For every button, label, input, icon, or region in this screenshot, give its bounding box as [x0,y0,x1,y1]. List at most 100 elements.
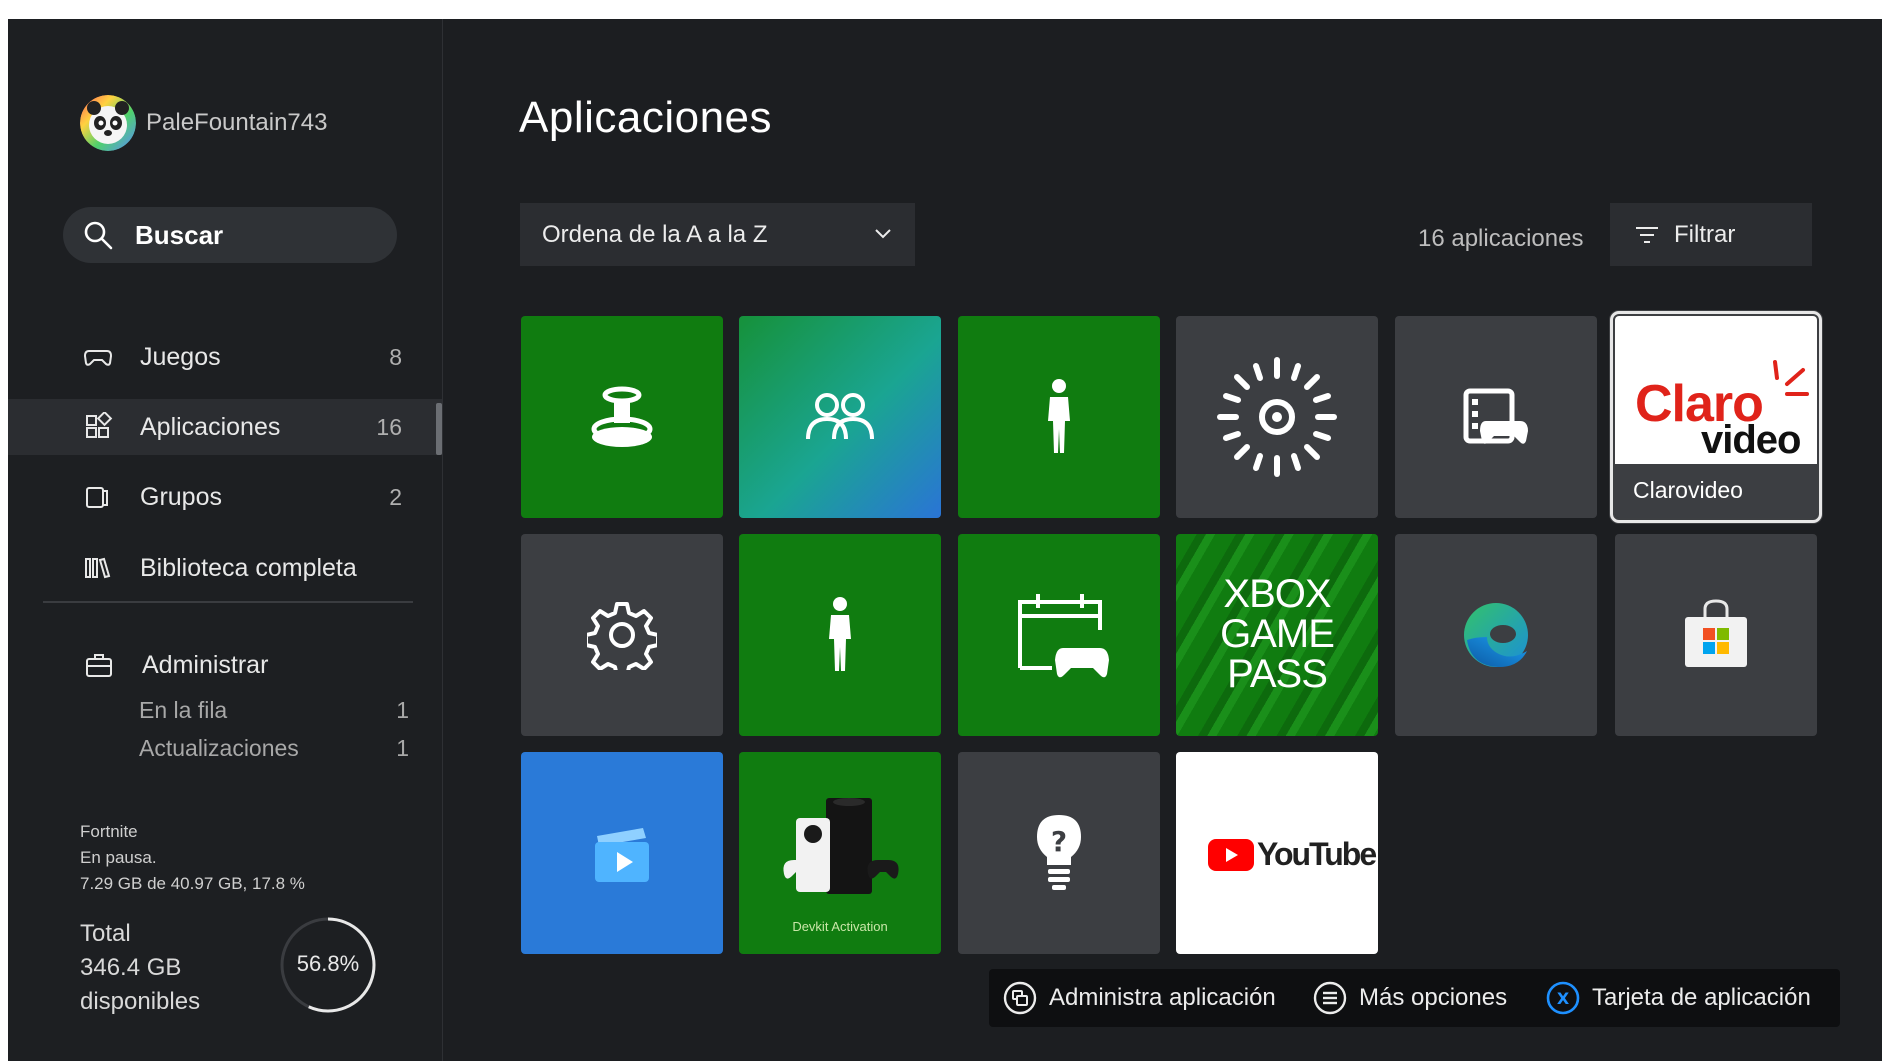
app-tile-family[interactable] [739,316,941,518]
events-calendar-icon [1018,594,1109,678]
x-button-icon: X [1546,981,1580,1015]
apps-icon [86,412,113,438]
avatar [80,95,136,151]
sidebar-item-juegos[interactable]: Juegos 8 [8,329,442,385]
hint-app-card[interactable]: X Tarjeta de aplicación [1546,969,1811,1027]
app-tile-settings[interactable] [521,534,723,736]
manage-item-label: En la fila [139,697,228,723]
sidebar-item-aplicaciones[interactable]: Aplicaciones 16 [8,399,442,455]
groups-icon [86,487,108,508]
app-tile-avatar[interactable] [958,316,1160,518]
manage-item-label: Actualizaciones [139,735,299,761]
library-icon [85,557,111,579]
view-button-icon [1003,981,1037,1015]
storage-free: 346.4 GB [80,954,182,981]
game-pass-line: XBOX [1223,572,1331,616]
app-tile-game-clips[interactable] [1395,316,1597,518]
filter-label: Filtrar [1674,220,1736,248]
search-label: Buscar [135,219,224,250]
sunburst-icon [1217,357,1337,477]
storage-total-label: Total [80,920,131,947]
avatar-editor-icon [829,597,851,671]
app-tile-avatar-editor[interactable] [739,534,941,736]
clarovideo-logo-sub: video [1701,418,1801,462]
app-tile-edge[interactable] [1395,534,1597,736]
game-clips-icon [1463,388,1528,444]
manage-item-count: 1 [396,697,409,723]
sidebar-item-count: 16 [376,413,402,440]
hint-manage-app[interactable]: Administra aplicación [1003,969,1276,1027]
app-tile-youtube[interactable]: YouTube [1176,752,1378,954]
app-tile-events[interactable] [958,534,1160,736]
app-tile-devkit[interactable]: Devkit Activation [739,752,941,954]
family-icon [806,393,874,440]
svg-text:?: ? [1051,825,1067,858]
briefcase-icon [86,654,112,677]
storage-free-label: disponibles [80,988,201,1015]
app-tile-sunburst[interactable] [1176,316,1378,518]
download-game: Fortnite [80,822,138,841]
settings-gear-icon [587,602,657,670]
game-pass-line: GAME [1220,612,1335,656]
filter-icon [1636,226,1658,243]
gamertag: PaleFountain743 [146,109,328,136]
sidebar-item-grupos[interactable]: Grupos 2 [8,469,442,525]
hint-label: Administra aplicación [1049,984,1276,1011]
claro-rays-icon [1773,360,1809,396]
sidebar-item-biblioteca[interactable]: Biblioteca completa [8,540,442,596]
page-title: Aplicaciones [519,93,773,142]
profile[interactable]: PaleFountain743 [80,95,327,151]
sidebar-item-count: 2 [389,483,402,510]
svg-text:X: X [1557,989,1570,1008]
game-pass-line: PASS [1227,652,1328,696]
hint-label: Más opciones [1359,984,1508,1011]
accessories-icon [591,386,653,447]
chevron-down-icon [875,229,891,239]
devkit-console-icon [783,798,899,894]
download-status: Fortnite En pausa. 7.29 GB de 40.97 GB, … [80,819,305,897]
manage-item-count: 1 [396,735,409,761]
controller-icon [83,350,113,366]
tile-caption: Clarovideo [1633,477,1743,503]
storage-percent: 56.8% [296,951,360,976]
microsoft-store-icon [1685,599,1747,667]
filter-button[interactable]: Filtrar [1610,203,1812,266]
sidebar-item-label: Grupos [140,482,222,511]
app-tile-movies-tv[interactable] [521,752,723,954]
avatar-figure-icon [1048,379,1070,453]
download-progress: 7.29 GB de 40.97 GB, 17.8 % [80,874,305,893]
manage-item-updates[interactable]: Actualizaciones 1 [139,735,409,762]
app-tile-tips[interactable]: ? [958,752,1160,954]
sort-label: Ordena de la A a la Z [542,220,768,248]
sidebar-divider [43,601,413,603]
search-icon [84,221,113,250]
hint-label: Tarjeta de aplicación [1592,984,1811,1011]
tips-lightbulb-icon: ? [1037,815,1081,890]
app-count: 16 aplicaciones [1418,225,1584,252]
storage-summary: Total 346.4 GB disponibles [80,917,200,1019]
manage-item-queue[interactable]: En la fila 1 [139,697,409,724]
sort-dropdown[interactable]: Ordena de la A a la Z [520,203,915,266]
menu-button-icon [1313,981,1347,1015]
youtube-wordmark: YouTube [1257,836,1377,872]
clarovideo-logo: Claro video [1615,316,1817,464]
youtube-logo: YouTube [1208,836,1377,873]
download-state: En pausa. [80,848,157,867]
edge-browser-icon [1464,603,1528,667]
app-tile-game-pass[interactable]: XBOX GAME PASS [1176,534,1378,736]
sidebar-item-label: Aplicaciones [140,412,281,441]
hint-more-options[interactable]: Más opciones [1313,969,1507,1027]
sidebar-item-label: Juegos [140,342,221,371]
tile-caption: Devkit Activation [792,919,888,934]
sidebar-item-count: 8 [389,343,402,370]
controller-hint-bar: Administra aplicación Más opciones X Tar… [989,969,1840,1027]
xbox-screen: PaleFountain743 Buscar Juegos 8 Aplicaci… [8,19,1882,1061]
app-tile-accessories[interactable] [521,316,723,518]
movies-tv-icon [595,828,649,882]
search-button[interactable]: Buscar [63,207,397,263]
youtube-play-icon [1208,838,1254,871]
manage-title[interactable]: Administrar [142,651,268,680]
app-tile-store[interactable] [1615,534,1817,736]
app-tile-clarovideo[interactable]: Claro video Clarovideo [1610,311,1822,523]
sidebar: PaleFountain743 Buscar Juegos 8 Aplicaci… [8,19,443,1061]
